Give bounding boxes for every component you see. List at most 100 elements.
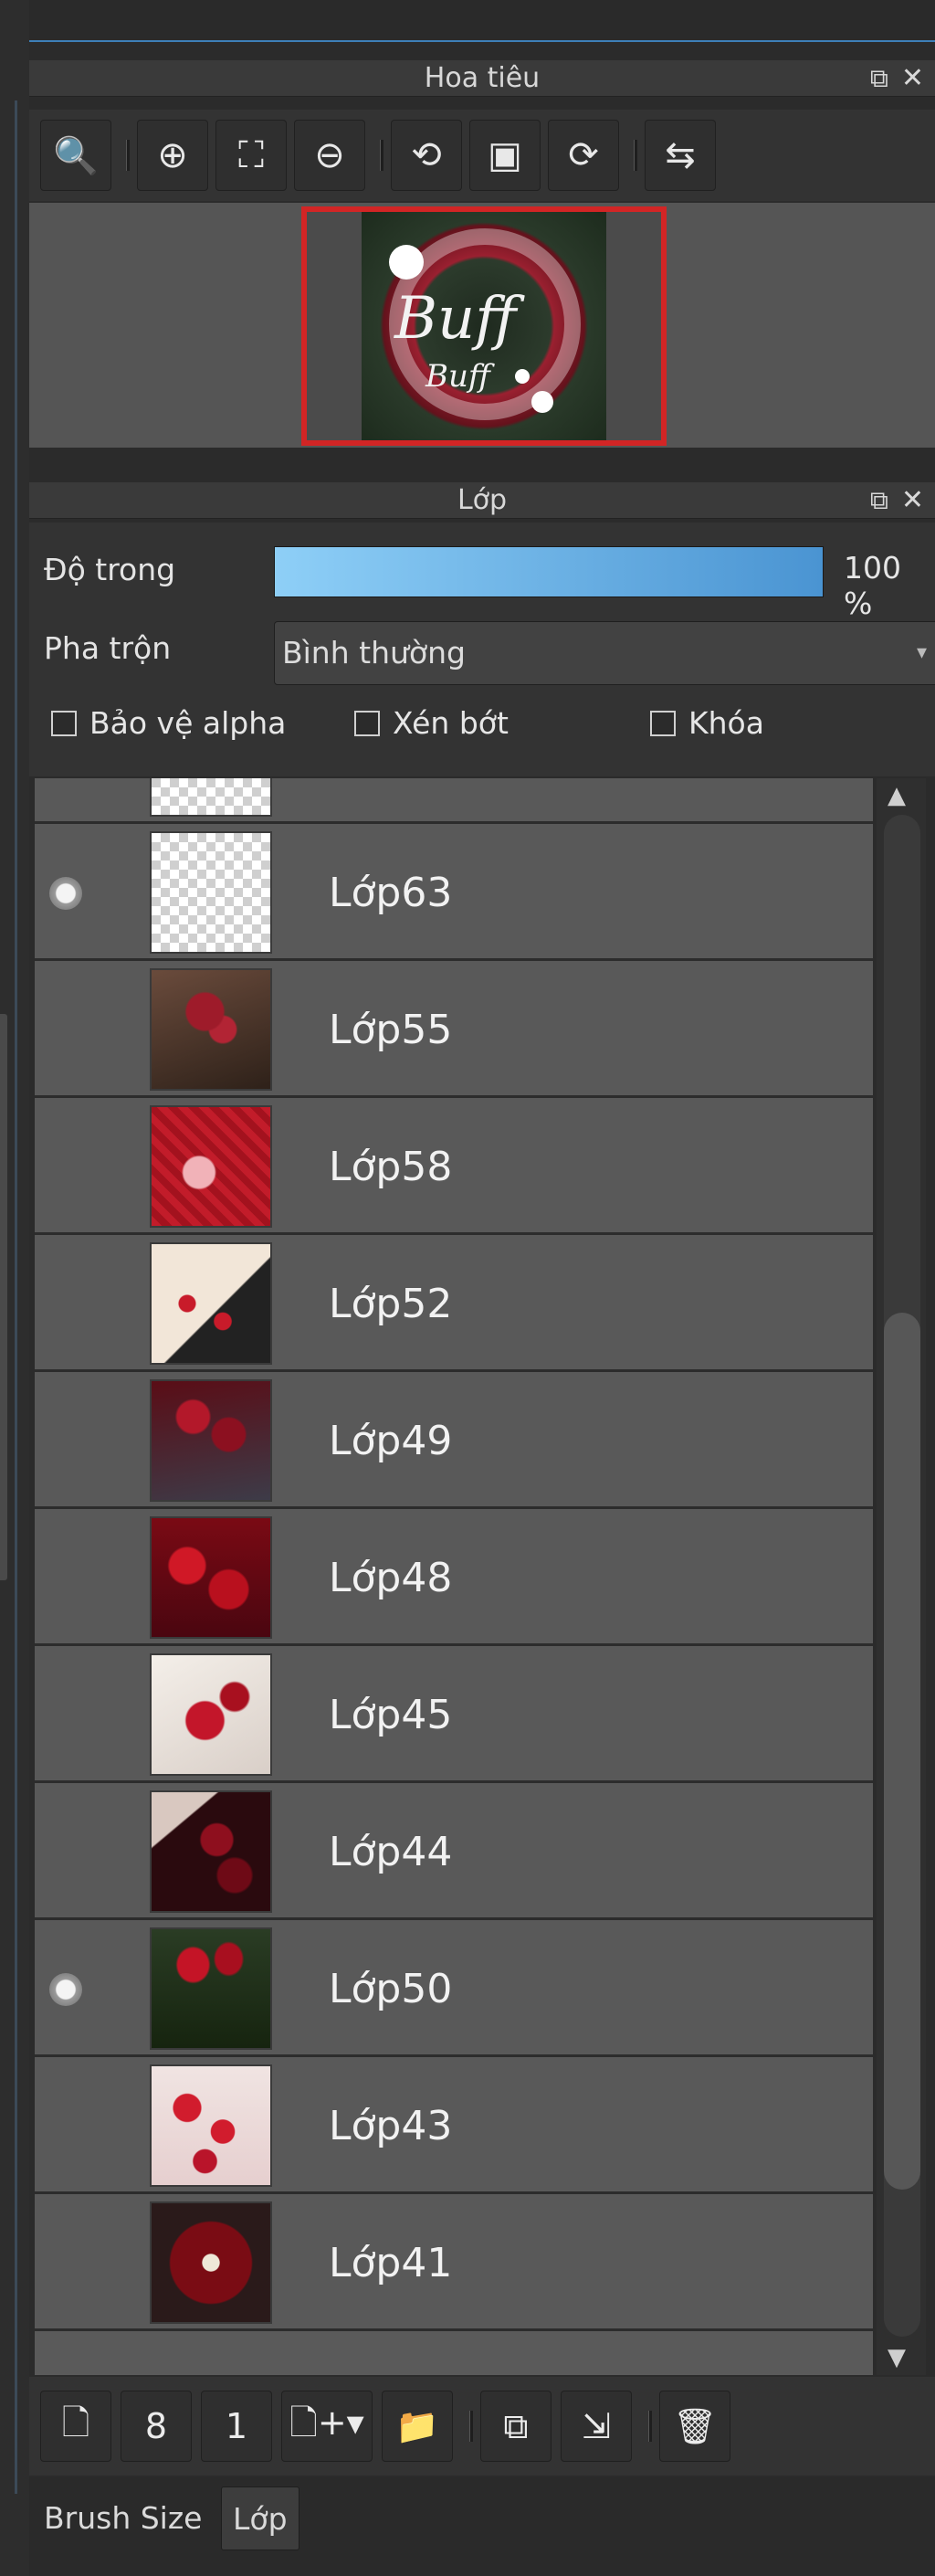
layer-row[interactable]: Lớp44 <box>35 1783 873 1920</box>
layer-thumbnail <box>150 968 272 1091</box>
popout-icon[interactable]: ⧉ <box>870 482 888 519</box>
duplicate-icon: ⧉ <box>503 2405 529 2446</box>
tab-label: Lớp <box>233 2501 288 2537</box>
rotate-left-button[interactable]: ⟲ <box>391 120 462 191</box>
rotate-right-button[interactable]: ⟳ <box>548 120 619 191</box>
new-8bit-layer-button[interactable]: 8 <box>121 2391 192 2462</box>
layer-row[interactable]: Lớp55 <box>35 961 873 1098</box>
layer-thumbnail <box>150 2064 272 2187</box>
close-icon[interactable]: ✕ <box>901 60 924 97</box>
scroll-down-icon[interactable]: ▼ <box>888 2344 906 2371</box>
preview-dot <box>515 369 530 384</box>
navigator-panel-header: Hoa tiêu ⧉ ✕ <box>29 60 935 97</box>
merge-icon: ⇲ <box>582 2406 611 2446</box>
layer-row[interactable]: Lớp11 <box>35 778 873 824</box>
zoom-out-icon: ⊖ <box>314 134 345 176</box>
actual-size-button[interactable]: 🔍 <box>40 120 111 191</box>
duplicate-layer-button[interactable]: ⧉ <box>480 2391 552 2462</box>
new-layer-button[interactable]: 🗋 <box>40 2391 111 2462</box>
fullscreen-icon: ▣ <box>488 134 522 176</box>
layer-row[interactable]: Lớp45 <box>35 1646 873 1783</box>
delete-layer-button[interactable]: 🗑 <box>659 2391 730 2462</box>
popout-icon[interactable]: ⧉ <box>870 60 888 97</box>
zoom-out-button[interactable]: ⊖ <box>294 120 365 191</box>
layer-row[interactable]: Lớp48 <box>35 1509 873 1646</box>
rotate-left-icon: ⟲ <box>411 134 442 176</box>
layer-list: Lớp11 Lớp63 Lớp55 Lớp58 Lớp52 Lớp49 Lớp48 Lớp45… <box>35 778 873 2375</box>
opacity-value: 100 % <box>844 550 901 621</box>
layer-thumbnail <box>150 1516 272 1639</box>
zoom-in-icon: ⊕ <box>157 134 188 176</box>
layer-name: Lớp45 <box>329 1692 453 1738</box>
new-1bit-layer-button[interactable]: 1 <box>201 2391 272 2462</box>
layer-name: Lớp52 <box>329 1281 453 1327</box>
checkbox-box <box>354 710 380 736</box>
layer-thumbnail <box>150 1379 272 1502</box>
layer-controls: Độ trong 100 % Pha trộn Bình thường ▾ Bả… <box>29 523 935 776</box>
page-8-icon: 8 <box>144 2406 168 2446</box>
layer-name: Lớp63 <box>329 870 453 916</box>
tab-layer[interactable]: Lớp <box>221 2486 299 2550</box>
toolbar-separator <box>380 140 383 171</box>
new-folder-button[interactable]: 📁 <box>382 2391 453 2462</box>
toolbar-separator <box>634 140 637 171</box>
layer-name: Lớp41 <box>329 2240 453 2286</box>
page-1-icon: 1 <box>225 2406 248 2446</box>
fit-icon: ⛶ <box>238 134 264 176</box>
layer-row[interactable]: Lớp63 <box>35 824 873 961</box>
tab-label: Brush Size <box>44 2500 203 2536</box>
visibility-toggle-icon[interactable] <box>49 877 82 910</box>
layer-panel-title: Lớp <box>457 484 508 516</box>
opacity-slider[interactable] <box>274 546 824 597</box>
layer-scrollbar[interactable]: ▲ ▼ <box>877 778 926 2375</box>
protect-alpha-checkbox[interactable]: Bảo vệ alpha <box>51 705 286 741</box>
layer-row[interactable]: Lớp58 <box>35 1098 873 1235</box>
layer-row[interactable]: Lớp43 <box>35 2057 873 2194</box>
layer-row[interactable]: Lớp50 <box>35 1920 873 2057</box>
trash-icon: 🗑 <box>672 2405 718 2446</box>
rotate-right-icon: ⟳ <box>568 134 599 176</box>
clipping-checkbox[interactable]: Xén bớt <box>354 705 509 741</box>
blend-mode-select[interactable]: Bình thường ▾ <box>274 621 935 685</box>
top-strip <box>0 0 935 42</box>
navigator-view[interactable]: Buff Buff <box>29 203 935 448</box>
add-layer-menu-button[interactable]: 🗋+▾ <box>281 2391 373 2462</box>
layer-name: Lớp11 <box>329 778 452 779</box>
layer-row[interactable]: Lớp52 <box>35 1235 873 1372</box>
close-icon[interactable]: ✕ <box>901 482 924 519</box>
layer-name: Lớp49 <box>329 1418 453 1464</box>
flip-button[interactable]: ⇆ <box>645 120 716 191</box>
layer-thumbnail <box>150 1242 272 1365</box>
tab-brush-size[interactable]: Brush Size <box>33 2486 213 2550</box>
merge-down-button[interactable]: ⇲ <box>561 2391 632 2462</box>
accent-line <box>29 40 935 42</box>
fit-window-button[interactable]: ⛶ <box>215 120 287 191</box>
add-page-icon: 🗋+▾ <box>289 2402 364 2443</box>
lock-checkbox[interactable]: Khóa <box>650 705 764 741</box>
preview-word-small: Buff <box>425 358 490 395</box>
toolbar-separator <box>648 2411 652 2442</box>
clipping-label: Xén bớt <box>393 705 509 741</box>
layer-name: Lớp50 <box>329 1966 453 2012</box>
app-root: Hoa tiêu ⧉ ✕ 🔍 ⊕ ⛶ ⊖ ⟲ ▣ ⟳ ⇆ Buff Buff L… <box>0 0 935 2576</box>
navigator-viewport-frame[interactable]: Buff Buff <box>301 206 667 446</box>
navigator-toolbar: 🔍 ⊕ ⛶ ⊖ ⟲ ▣ ⟳ ⇆ <box>29 110 935 201</box>
zoom-in-button[interactable]: ⊕ <box>137 120 208 191</box>
scroll-up-icon[interactable]: ▲ <box>888 782 906 809</box>
scroll-thumb[interactable] <box>884 1313 920 2190</box>
gutter-scroll-handle[interactable] <box>0 1014 7 1580</box>
chevron-down-icon: ▾ <box>916 641 927 664</box>
folder-icon: 📁 <box>395 2405 439 2446</box>
layer-name: Lớp48 <box>329 1555 453 1601</box>
layer-bottom-toolbar: 🗋 8 1 🗋+▾ 📁 ⧉ ⇲ 🗑 <box>29 2377 935 2476</box>
layer-row[interactable]: Lớp41 <box>35 2194 873 2331</box>
layer-row[interactable]: Lớp49 <box>35 1372 873 1509</box>
gutter-line <box>15 100 17 2494</box>
layer-thumbnail <box>150 1105 272 1228</box>
layer-thumbnail <box>150 831 272 954</box>
visibility-toggle-icon[interactable] <box>49 1973 82 2006</box>
lock-label: Khóa <box>688 705 764 741</box>
checkbox-box <box>650 710 676 736</box>
fullscreen-button[interactable]: ▣ <box>469 120 541 191</box>
protect-alpha-label: Bảo vệ alpha <box>89 705 287 741</box>
